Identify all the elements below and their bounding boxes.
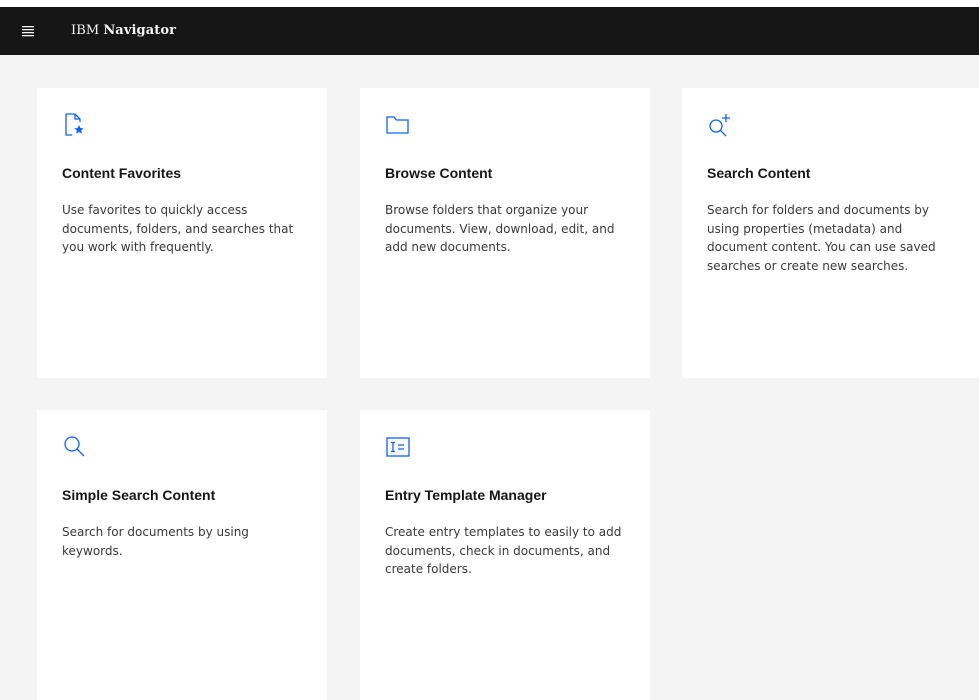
folder-icon [385,112,411,138]
tile-description: Create entry templates to easily to add … [385,525,622,576]
template-icon [385,434,411,460]
tile-description: Use favorites to quickly access document… [62,203,294,254]
tile-title: Search Content [707,165,811,181]
tile-title: Simple Search Content [62,487,216,503]
tile-title: Browse Content [385,165,493,181]
tile-entry-template-manager[interactable]: Entry Template Manager Create entry temp… [360,410,650,700]
search-icon [62,434,88,460]
tile-content-favorites[interactable]: Content Favorites Use favorites to quick… [37,88,327,378]
top-strip [0,0,979,7]
document-star-icon [62,112,88,138]
tile-simple-search-content[interactable]: Simple Search Content Search for documen… [37,410,327,700]
search-add-icon [707,112,733,138]
tile-search-content[interactable]: Search Content Search for folders and do… [682,88,979,378]
top-header-bar: IBM Navigator [0,7,979,55]
hamburger-menu-icon[interactable] [19,22,37,40]
app-brand-title[interactable]: IBM Navigator [71,7,176,55]
brand-prefix: IBM [71,23,100,38]
brand-name: Navigator [103,23,177,38]
tile-browse-content[interactable]: Browse Content Browse folders that organ… [360,88,650,378]
tile-title: Content Favorites [62,165,182,181]
tile-title: Entry Template Manager [385,487,547,503]
tile-description: Search for documents by using keywords. [62,525,249,558]
tile-description: Search for folders and documents by usin… [707,203,936,273]
tile-description: Browse folders that organize your docume… [385,203,615,254]
